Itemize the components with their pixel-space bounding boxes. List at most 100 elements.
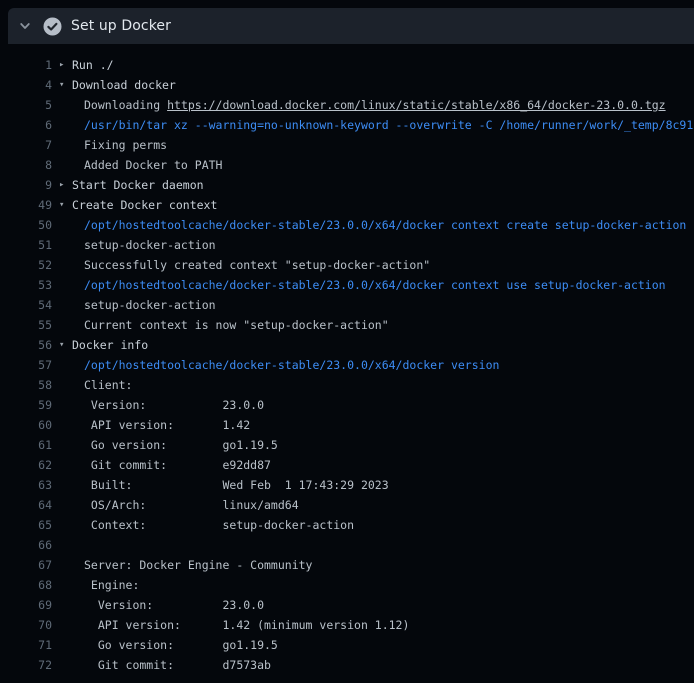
log-line: 7 Fixing perms bbox=[0, 135, 694, 155]
log-line-text: /opt/hostedtoolcache/docker-stable/23.0.… bbox=[84, 275, 666, 295]
log-line-text: Git commit: e92dd87 bbox=[84, 455, 271, 475]
log-line-number[interactable]: 6 bbox=[0, 115, 52, 135]
log-line-text: Server: Docker Engine - Community bbox=[84, 555, 312, 575]
log-line[interactable]: 9 ▸ Start Docker daemon bbox=[0, 175, 694, 195]
log-line-number[interactable]: 60 bbox=[0, 415, 52, 435]
group-toggle-icon[interactable]: ▾ bbox=[59, 335, 70, 355]
log-line: 5 Downloading https://download.docker.co… bbox=[0, 95, 694, 115]
log-line: 67 Server: Docker Engine - Community bbox=[0, 555, 694, 575]
log-line-number[interactable]: 64 bbox=[0, 495, 52, 515]
log-line-number[interactable]: 67 bbox=[0, 555, 52, 575]
log-line-number[interactable]: 56 bbox=[0, 335, 52, 355]
log-link[interactable]: https://download.docker.com/linux/static… bbox=[167, 98, 666, 112]
log-line-number[interactable]: 49 bbox=[0, 195, 52, 215]
log-line: 54 setup-docker-action bbox=[0, 295, 694, 315]
log-line-number[interactable]: 62 bbox=[0, 455, 52, 475]
step-title: Set up Docker bbox=[71, 18, 171, 34]
step-header[interactable]: Set up Docker bbox=[8, 8, 694, 44]
log-line-text: /usr/bin/tar xz --warning=no-unknown-key… bbox=[84, 115, 693, 135]
log-line-text: Current context is now "setup-docker-act… bbox=[84, 315, 389, 335]
log-line-number[interactable]: 63 bbox=[0, 475, 52, 495]
log-line: 58 Client: bbox=[0, 375, 694, 395]
log-line-text: Client: bbox=[84, 375, 132, 395]
log-line: 66 bbox=[0, 535, 694, 555]
log-line-text: Go version: go1.19.5 bbox=[84, 635, 278, 655]
log-line: 71 Go version: go1.19.5 bbox=[0, 635, 694, 655]
log-line: 64 OS/Arch: linux/amd64 bbox=[0, 495, 694, 515]
log-line: 65 Context: setup-docker-action bbox=[0, 515, 694, 535]
log-line-text: Version: 23.0.0 bbox=[84, 395, 264, 415]
log-line-number[interactable]: 70 bbox=[0, 615, 52, 635]
log-line-text: Go version: go1.19.5 bbox=[84, 435, 278, 455]
log-line-number[interactable]: 1 bbox=[0, 55, 52, 75]
log-line-text: Start Docker daemon bbox=[72, 175, 204, 195]
step-status-check-circle-icon bbox=[43, 17, 62, 36]
log-line: 61 Go version: go1.19.5 bbox=[0, 435, 694, 455]
log-line-text: /opt/hostedtoolcache/docker-stable/23.0.… bbox=[84, 215, 686, 235]
log-line-number[interactable]: 58 bbox=[0, 375, 52, 395]
log-line-number[interactable]: 5 bbox=[0, 95, 52, 115]
log-line-text: Version: 23.0.0 bbox=[84, 595, 264, 615]
log-line-text: Download docker bbox=[72, 75, 176, 95]
log-line-number[interactable]: 71 bbox=[0, 635, 52, 655]
log-line[interactable]: 56 ▾ Docker info bbox=[0, 335, 694, 355]
log-line-number[interactable]: 9 bbox=[0, 175, 52, 195]
log-line-number[interactable]: 61 bbox=[0, 435, 52, 455]
chevron-down-icon bbox=[18, 19, 32, 33]
log-line-number[interactable]: 52 bbox=[0, 255, 52, 275]
log-line-text: Added Docker to PATH bbox=[84, 155, 222, 175]
log-line[interactable]: 4 ▾ Download docker bbox=[0, 75, 694, 95]
log-line[interactable]: 1 ▸ Run ./ bbox=[0, 55, 694, 75]
log-line: 55 Current context is now "setup-docker-… bbox=[0, 315, 694, 335]
log-line-number[interactable]: 65 bbox=[0, 515, 52, 535]
log-line-text: /opt/hostedtoolcache/docker-stable/23.0.… bbox=[84, 355, 499, 375]
log-line: 60 API version: 1.42 bbox=[0, 415, 694, 435]
log-line-number[interactable]: 69 bbox=[0, 595, 52, 615]
log-line-text: API version: 1.42 bbox=[84, 415, 250, 435]
group-toggle-icon[interactable]: ▸ bbox=[59, 55, 70, 75]
log-line-text: Context: setup-docker-action bbox=[84, 515, 354, 535]
log-line-number[interactable]: 8 bbox=[0, 155, 52, 175]
log-line-text: setup-docker-action bbox=[84, 295, 216, 315]
log-line-number[interactable]: 57 bbox=[0, 355, 52, 375]
log-line-number[interactable]: 51 bbox=[0, 235, 52, 255]
log-line: 68 Engine: bbox=[0, 575, 694, 595]
collapse-step-button[interactable] bbox=[14, 8, 36, 44]
log-line-number[interactable]: 66 bbox=[0, 535, 52, 555]
log-line-number[interactable]: 72 bbox=[0, 655, 52, 675]
log-line-number[interactable]: 7 bbox=[0, 135, 52, 155]
log-line-number[interactable]: 53 bbox=[0, 275, 52, 295]
log-line-number[interactable]: 4 bbox=[0, 75, 52, 95]
log-line-text: Downloading https://download.docker.com/… bbox=[84, 95, 666, 115]
log-line-text: Create Docker context bbox=[72, 195, 217, 215]
log-line: 51 setup-docker-action bbox=[0, 235, 694, 255]
log-line-text: setup-docker-action bbox=[84, 235, 216, 255]
log-line: 70 API version: 1.42 (minimum version 1.… bbox=[0, 615, 694, 635]
log-line: 52 Successfully created context "setup-d… bbox=[0, 255, 694, 275]
log-line: 53 /opt/hostedtoolcache/docker-stable/23… bbox=[0, 275, 694, 295]
log-line: 57 /opt/hostedtoolcache/docker-stable/23… bbox=[0, 355, 694, 375]
log-line-text: Git commit: d7573ab bbox=[84, 655, 271, 675]
log-line: 59 Version: 23.0.0 bbox=[0, 395, 694, 415]
log-line-text: Successfully created context "setup-dock… bbox=[84, 255, 430, 275]
log-line: 8 Added Docker to PATH bbox=[0, 155, 694, 175]
group-toggle-icon[interactable]: ▸ bbox=[59, 175, 70, 195]
log-line-number[interactable]: 68 bbox=[0, 575, 52, 595]
log-line-text: Built: Wed Feb 1 17:43:29 2023 bbox=[84, 475, 389, 495]
log-line-text: Fixing perms bbox=[84, 135, 167, 155]
log-line[interactable]: 49 ▾ Create Docker context bbox=[0, 195, 694, 215]
log-line: 62 Git commit: e92dd87 bbox=[0, 455, 694, 475]
log-line: 72 Git commit: d7573ab bbox=[0, 655, 694, 675]
group-toggle-icon[interactable]: ▾ bbox=[59, 75, 70, 95]
log-line: 6 /usr/bin/tar xz --warning=no-unknown-k… bbox=[0, 115, 694, 135]
log-lines: 1 ▸ Run ./ 4 ▾ Download docker 5 Downloa… bbox=[0, 44, 694, 683]
log-line-text: API version: 1.42 (minimum version 1.12) bbox=[84, 615, 409, 635]
log-line-number[interactable]: 54 bbox=[0, 295, 52, 315]
log-line-text: Engine: bbox=[84, 575, 139, 595]
log-line: 69 Version: 23.0.0 bbox=[0, 595, 694, 615]
group-toggle-icon[interactable]: ▾ bbox=[59, 195, 70, 215]
log-line-number[interactable]: 50 bbox=[0, 215, 52, 235]
log-line-number[interactable]: 59 bbox=[0, 395, 52, 415]
log-line-text: OS/Arch: linux/amd64 bbox=[84, 495, 299, 515]
log-line-number[interactable]: 55 bbox=[0, 315, 52, 335]
